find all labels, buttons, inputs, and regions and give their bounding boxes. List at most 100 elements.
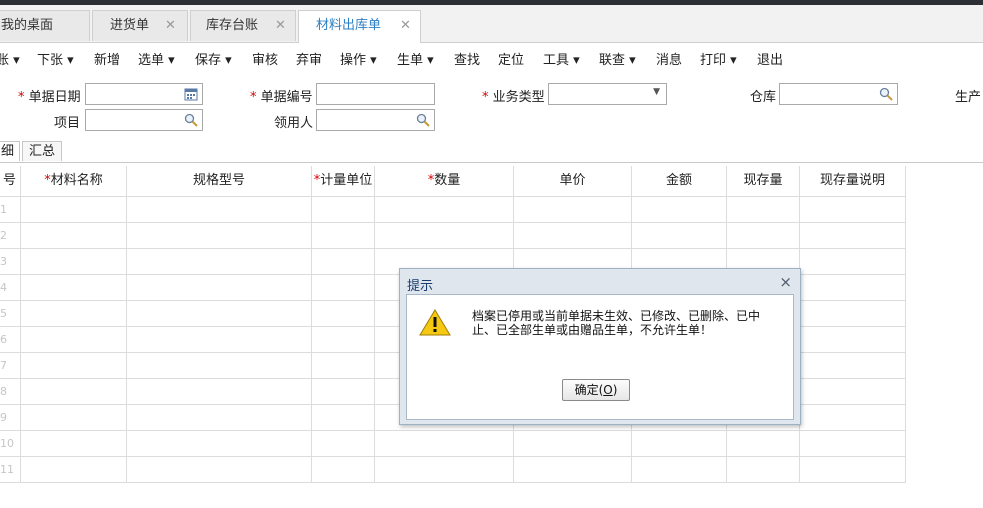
toolbar-exit[interactable]: 退出 [757,49,783,68]
toolbar-add[interactable]: 新增 [94,49,120,68]
tab-material-outbound[interactable]: 材料出库单 ✕ [298,10,421,43]
table-cell[interactable] [127,301,312,327]
table-cell[interactable] [375,223,514,249]
table-cell[interactable] [727,223,800,249]
table-cell[interactable] [127,405,312,431]
table-cell[interactable] [632,457,727,483]
table-cell[interactable] [127,249,312,275]
table-cell[interactable] [312,301,375,327]
toolbar-print[interactable]: 打印 ▾ [700,49,737,68]
col-stock-note[interactable]: 现存量说明 [800,166,906,197]
close-icon[interactable]: ✕ [400,11,411,41]
table-cell[interactable] [127,327,312,353]
toolbar-tools[interactable]: 工具 ▾ [543,49,580,68]
table-cell[interactable] [800,457,906,483]
toolbar-generate[interactable]: 生单 ▾ [397,49,434,68]
table-cell[interactable] [312,197,375,223]
table-cell[interactable] [127,223,312,249]
col-spec[interactable]: 规格型号 [127,166,312,197]
table-cell[interactable] [800,275,906,301]
close-icon[interactable]: ✕ [165,11,176,41]
project-field[interactable] [85,109,203,131]
table-cell[interactable] [127,275,312,301]
table-cell[interactable] [800,431,906,457]
close-icon[interactable]: ✕ [275,11,286,41]
search-icon[interactable] [184,113,198,127]
col-amount[interactable]: 金额 [632,166,727,197]
toolbar-query[interactable]: 联查 ▾ [599,49,636,68]
search-icon[interactable] [879,87,893,101]
doc-date-field[interactable] [85,83,203,105]
table-cell[interactable] [800,379,906,405]
table-cell[interactable] [727,457,800,483]
table-cell[interactable] [514,457,632,483]
table-cell[interactable] [312,431,375,457]
table-cell[interactable] [727,431,800,457]
table-cell[interactable] [800,327,906,353]
warehouse-field[interactable] [779,83,898,105]
table-cell[interactable] [312,457,375,483]
table-cell[interactable] [800,405,906,431]
search-icon[interactable] [416,113,430,127]
toolbar-save[interactable]: 保存 ▾ [195,49,232,68]
tab-stock-ledger[interactable]: 库存台账 ✕ [190,10,296,41]
table-cell[interactable] [727,197,800,223]
table-cell[interactable] [21,197,127,223]
toolbar-next[interactable]: 下张 ▾ [37,49,74,68]
close-icon[interactable]: × [779,273,792,291]
toolbar-unapprove[interactable]: 弃审 [296,49,322,68]
tab-detail[interactable]: 细 [0,141,20,161]
col-unit-price[interactable]: 单价 [514,166,632,197]
table-cell[interactable] [632,197,727,223]
col-unit[interactable]: *计量单位 [312,166,375,197]
table-cell[interactable] [800,301,906,327]
table-cell[interactable] [312,275,375,301]
table-cell[interactable] [375,431,514,457]
doc-no-field[interactable] [316,83,435,105]
table-cell[interactable] [21,275,127,301]
table-cell[interactable] [127,353,312,379]
table-cell[interactable] [632,223,727,249]
table-cell[interactable] [514,431,632,457]
table-cell[interactable] [632,431,727,457]
table-cell[interactable] [127,379,312,405]
table-cell[interactable] [127,457,312,483]
table-cell[interactable] [514,197,632,223]
table-cell[interactable] [312,353,375,379]
table-cell[interactable] [800,223,906,249]
table-cell[interactable] [312,327,375,353]
toolbar-select[interactable]: 选单 ▾ [138,49,175,68]
toolbar-ledger[interactable]: 账 ▾ [0,49,20,68]
table-cell[interactable] [800,197,906,223]
tab-desktop[interactable]: 我的桌面 [0,10,90,41]
table-cell[interactable] [21,353,127,379]
table-cell[interactable] [312,249,375,275]
table-cell[interactable] [312,379,375,405]
table-cell[interactable] [21,223,127,249]
col-material-name[interactable]: *项目材料名称 [21,166,127,197]
tab-summary[interactable]: 汇总 [22,141,62,161]
toolbar-operate[interactable]: 操作 ▾ [340,49,377,68]
table-cell[interactable] [127,197,312,223]
biz-type-select[interactable]: ▼ [548,83,667,105]
table-cell[interactable] [800,249,906,275]
table-cell[interactable] [127,431,312,457]
table-cell[interactable] [375,457,514,483]
table-cell[interactable] [21,301,127,327]
ok-button[interactable]: 确定(O) [562,379,630,401]
table-cell[interactable] [514,223,632,249]
chevron-down-icon[interactable]: ▼ [653,87,660,97]
col-quantity[interactable]: *数量 [375,166,514,197]
table-cell[interactable] [312,405,375,431]
table-cell[interactable] [21,249,127,275]
table-cell[interactable] [21,457,127,483]
table-cell[interactable] [375,197,514,223]
toolbar-message[interactable]: 消息 [656,49,682,68]
toolbar-approve[interactable]: 审核 [252,49,278,68]
table-cell[interactable] [312,223,375,249]
col-stock[interactable]: 现存量 [727,166,800,197]
calendar-icon[interactable] [184,87,198,101]
table-cell[interactable] [21,327,127,353]
tab-purchase-order[interactable]: 进货单 ✕ [92,10,188,41]
toolbar-locate[interactable]: 定位 [498,49,524,68]
